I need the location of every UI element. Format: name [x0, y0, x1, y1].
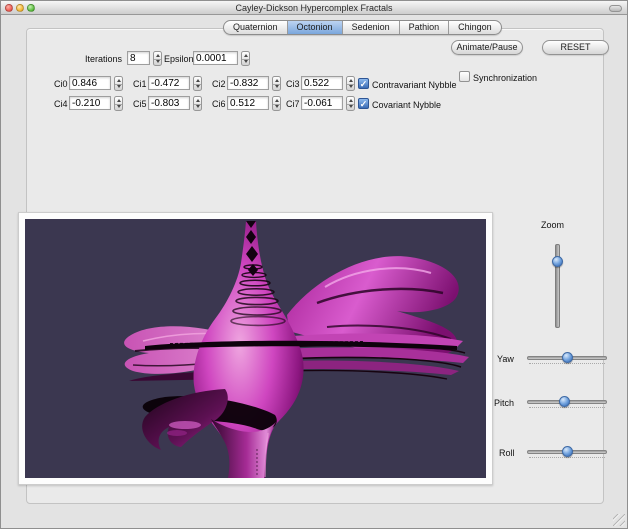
pitch-slider-ticks: [529, 407, 605, 408]
ci5-stepper[interactable]: [193, 96, 202, 111]
zoom-slider-label: Zoom: [541, 220, 564, 230]
animate-pause-button[interactable]: Animate/Pause: [451, 40, 523, 55]
ci3-field[interactable]: [301, 76, 343, 90]
iterations-stepper[interactable]: [153, 51, 162, 66]
ci0-label: Ci0: [54, 79, 68, 89]
tab-pathion[interactable]: Pathion: [399, 21, 449, 34]
pitch-slider-label: Pitch: [494, 398, 514, 408]
contravariant-nybble-label: Contravariant Nybble: [372, 80, 457, 90]
synchronization-label: Synchronization: [473, 73, 537, 83]
epsilon-label: Epsilon: [164, 54, 194, 64]
ci6-stepper[interactable]: [272, 96, 281, 111]
app-window: Cayley-Dickson Hypercomplex Fractals Qua…: [0, 0, 628, 529]
fractal-viewport[interactable]: [25, 219, 486, 478]
fractal-render: [25, 219, 486, 478]
tab-chingon[interactable]: Chingon: [448, 21, 501, 34]
epsilon-stepper[interactable]: [241, 51, 250, 66]
zoom-slider-thumb[interactable]: [552, 256, 563, 267]
covariant-nybble-label: Covariant Nybble: [372, 100, 441, 110]
ci4-stepper[interactable]: [114, 96, 123, 111]
synchronization-checkbox[interactable]: [459, 71, 470, 82]
tab-octonion[interactable]: Octonion: [287, 21, 342, 34]
window-title: Cayley-Dickson Hypercomplex Fractals: [1, 1, 627, 15]
ci7-field[interactable]: [301, 96, 343, 110]
ci0-field[interactable]: [69, 76, 111, 90]
resize-grip[interactable]: [613, 514, 625, 526]
roll-slider-label: Roll: [499, 448, 515, 458]
render-frame: [18, 212, 493, 485]
ci6-label: Ci6: [212, 99, 226, 109]
contravariant-nybble-checkbox[interactable]: [358, 78, 369, 89]
ci4-label: Ci4: [54, 99, 68, 109]
title-bar[interactable]: Cayley-Dickson Hypercomplex Fractals: [1, 1, 627, 15]
covariant-nybble-checkbox[interactable]: [358, 98, 369, 109]
iterations-field[interactable]: [127, 51, 150, 65]
fractal-type-tabs: Quaternion Octonion Sedenion Pathion Chi…: [223, 20, 502, 35]
ci6-field[interactable]: [227, 96, 269, 110]
yaw-slider-thumb[interactable]: [562, 352, 573, 363]
ci2-field[interactable]: [227, 76, 269, 90]
toolbar-toggle-button[interactable]: [609, 5, 622, 12]
reset-button[interactable]: RESET: [542, 40, 609, 55]
roll-slider-ticks: [529, 457, 605, 458]
ci0-stepper[interactable]: [114, 76, 123, 91]
ci4-field[interactable]: [69, 96, 111, 110]
tab-quaternion[interactable]: Quaternion: [224, 21, 287, 34]
ci5-label: Ci5: [133, 99, 147, 109]
epsilon-field[interactable]: [193, 51, 238, 65]
ci3-label: Ci3: [286, 79, 300, 89]
iterations-label: Iterations: [85, 54, 122, 64]
ci3-stepper[interactable]: [346, 76, 355, 91]
ci1-field[interactable]: [148, 76, 190, 90]
tab-sedenion[interactable]: Sedenion: [342, 21, 399, 34]
ci2-label: Ci2: [212, 79, 226, 89]
ci1-label: Ci1: [133, 79, 147, 89]
yaw-slider-ticks: [529, 363, 605, 364]
pitch-slider-thumb[interactable]: [559, 396, 570, 407]
ci5-field[interactable]: [148, 96, 190, 110]
roll-slider-thumb[interactable]: [562, 446, 573, 457]
ci1-stepper[interactable]: [193, 76, 202, 91]
ci7-stepper[interactable]: [346, 96, 355, 111]
ci7-label: Ci7: [286, 99, 300, 109]
yaw-slider-label: Yaw: [497, 354, 514, 364]
ci2-stepper[interactable]: [272, 76, 281, 91]
